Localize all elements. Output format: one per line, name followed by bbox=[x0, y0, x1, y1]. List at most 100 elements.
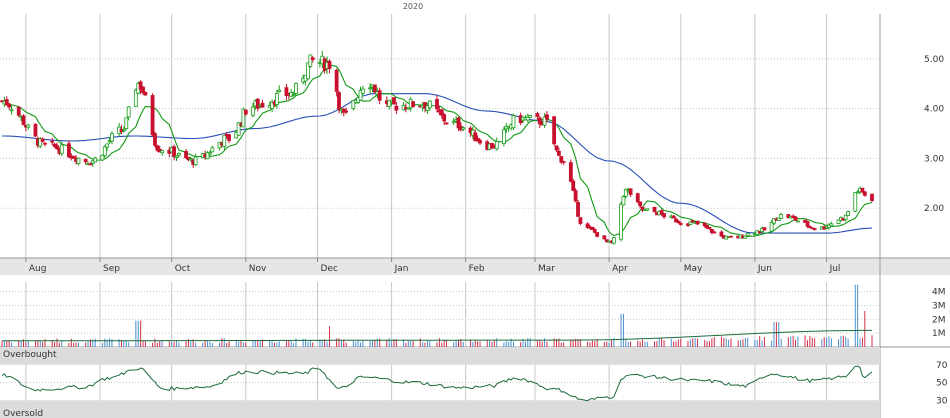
candle-body bbox=[769, 221, 774, 232]
overbought-label: Overbought bbox=[3, 350, 57, 360]
candle-body bbox=[729, 235, 733, 238]
candle-body bbox=[870, 193, 874, 201]
candle-body bbox=[796, 220, 800, 223]
candle-body bbox=[678, 223, 683, 225]
candle-body bbox=[394, 105, 399, 111]
candle-body bbox=[291, 93, 296, 96]
candle-body bbox=[308, 54, 313, 67]
volume-tick-label: 1M bbox=[932, 329, 946, 339]
candle-body bbox=[26, 124, 31, 128]
candle-body bbox=[83, 159, 88, 163]
candle-body bbox=[690, 220, 695, 223]
candle-body bbox=[628, 188, 633, 195]
candle-body bbox=[707, 226, 712, 229]
candle-body bbox=[277, 89, 282, 93]
candle-body bbox=[150, 95, 155, 136]
month-label: Jul bbox=[829, 264, 841, 274]
stock-chart: 2020 5.00 4.00 3.00 2.00 Aug Sep Oct Nov Dec Jan… bbox=[0, 2, 950, 418]
year-label: 2020 bbox=[403, 2, 423, 11]
candle-body bbox=[143, 91, 148, 96]
candle-body bbox=[392, 97, 396, 105]
candle-body bbox=[645, 208, 650, 211]
candle-body bbox=[337, 92, 341, 110]
oscillator-line bbox=[1, 365, 873, 402]
candle-body bbox=[344, 110, 349, 113]
candle-body bbox=[638, 201, 643, 207]
candle-body bbox=[208, 152, 212, 155]
candle-body bbox=[662, 213, 666, 218]
candle-body bbox=[688, 221, 693, 225]
candle-body bbox=[535, 113, 540, 117]
candle-body bbox=[243, 109, 248, 115]
candle-body bbox=[372, 84, 377, 93]
candle-body bbox=[427, 100, 432, 109]
candle-body bbox=[635, 193, 640, 203]
candle-body bbox=[93, 157, 98, 163]
candle-body bbox=[377, 90, 382, 101]
volume-average bbox=[2, 329, 872, 342]
candle-body bbox=[676, 220, 681, 224]
candle-body bbox=[310, 57, 315, 61]
month-label: May bbox=[684, 264, 703, 274]
candle-body bbox=[274, 93, 279, 105]
candle-body bbox=[121, 129, 126, 132]
candle-body bbox=[327, 60, 332, 69]
candle-body bbox=[88, 163, 93, 166]
volume-tick-label: 3M bbox=[932, 302, 946, 312]
candle-body bbox=[695, 220, 700, 225]
candle-body bbox=[554, 145, 559, 151]
candle-body bbox=[621, 196, 626, 206]
ma-long-line bbox=[2, 93, 873, 234]
oversold-label: Oversold bbox=[3, 409, 43, 418]
month-label: Nov bbox=[249, 264, 267, 274]
volume-average-line bbox=[2, 329, 872, 342]
volume-tick-label: 2M bbox=[932, 315, 946, 325]
candle-body bbox=[227, 134, 231, 141]
candle-body bbox=[105, 143, 110, 148]
oscillator-tick-label: 70 bbox=[936, 361, 948, 371]
candle-body bbox=[50, 140, 55, 143]
candle-body bbox=[411, 101, 415, 107]
candle-body bbox=[812, 228, 817, 230]
candle-body bbox=[671, 215, 676, 219]
candle-body bbox=[862, 191, 867, 196]
price-tick-label: 3.00 bbox=[924, 154, 944, 164]
candle-body bbox=[188, 158, 193, 161]
candle-body bbox=[611, 237, 616, 244]
moving-average-long bbox=[2, 93, 873, 234]
month-label: Dec bbox=[320, 264, 337, 274]
candle-body bbox=[124, 117, 129, 130]
candle-body bbox=[860, 187, 865, 193]
candle-body bbox=[16, 106, 21, 116]
oscillator-tick-label: 50 bbox=[936, 379, 948, 389]
month-label: Sep bbox=[103, 264, 120, 274]
price-tick-label: 4.00 bbox=[924, 105, 944, 115]
oscillator-tick-label: 30 bbox=[936, 396, 948, 406]
candle-body bbox=[652, 207, 657, 213]
candle-body bbox=[172, 146, 176, 158]
candle-body bbox=[568, 162, 573, 182]
candle-body bbox=[334, 69, 339, 92]
candle-body bbox=[361, 88, 365, 94]
candle-body bbox=[478, 140, 482, 144]
moving-average-short bbox=[2, 64, 873, 237]
candle-body bbox=[762, 227, 767, 231]
month-label: Aug bbox=[29, 264, 47, 274]
candle-body bbox=[294, 83, 298, 94]
candle-body bbox=[556, 150, 561, 156]
price-candles bbox=[0, 50, 874, 245]
candle-body bbox=[110, 133, 114, 142]
candle-body bbox=[745, 233, 750, 237]
candle-body bbox=[779, 214, 784, 219]
candle-body bbox=[174, 155, 179, 158]
candle-body bbox=[43, 142, 47, 145]
candle-body bbox=[435, 99, 439, 110]
candle-body bbox=[511, 115, 516, 129]
candle-body bbox=[502, 129, 506, 144]
ma-short-line bbox=[2, 64, 873, 237]
candle-body bbox=[7, 103, 12, 108]
oversold-band bbox=[0, 400, 880, 418]
candle-body bbox=[100, 154, 105, 161]
candle-body bbox=[592, 229, 597, 233]
candle-body bbox=[102, 146, 107, 156]
